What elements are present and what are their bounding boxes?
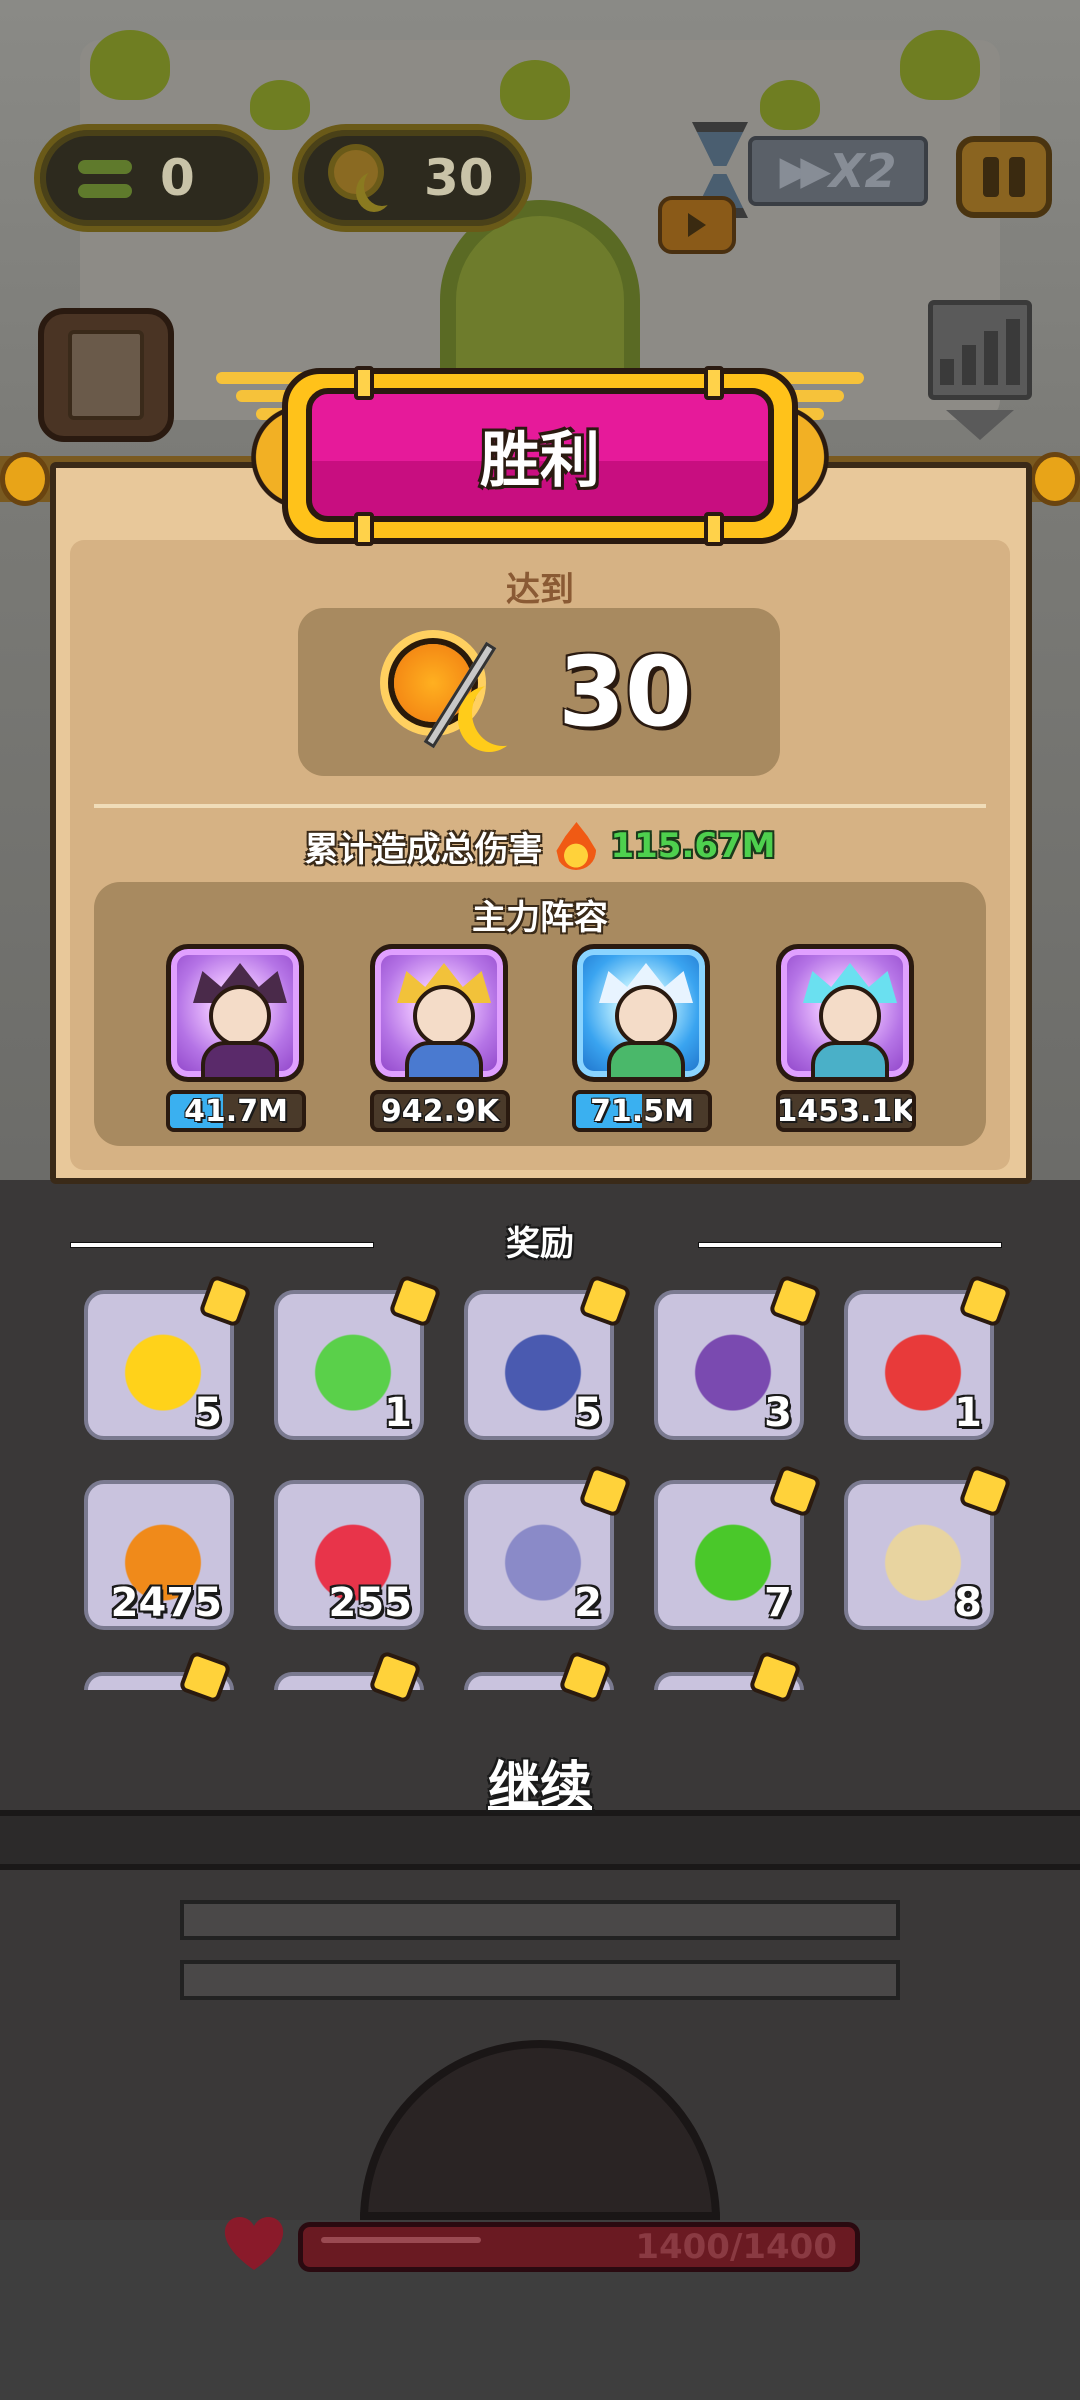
reward-count: 3 (764, 1390, 792, 1436)
swap-arrows-icon (70, 150, 140, 206)
reward-item-partial (654, 1650, 804, 1704)
torch-flame (760, 80, 820, 130)
victory-title: 胜利 (480, 425, 600, 496)
pause-icon (983, 157, 999, 197)
reward-count: 8 (954, 1580, 982, 1626)
reward-item[interactable]: 255 (274, 1480, 424, 1630)
crystal-knight-hero-icon (776, 944, 914, 1082)
day-count: 30 (424, 149, 494, 207)
hero-power-value: 71.5M (590, 1093, 694, 1129)
hero-power-value: 1453.1K (776, 1093, 916, 1129)
total-damage-row: 累计造成总伤害 115.67M (0, 818, 1080, 874)
angel-hero-icon (572, 944, 710, 1082)
stats-chart-button[interactable] (928, 300, 1032, 400)
gate-step (180, 1960, 900, 2000)
reward-item-partial (274, 1650, 424, 1704)
pause-button[interactable] (956, 136, 1052, 218)
reward-item[interactable]: 5 (84, 1274, 252, 1440)
scroll-icon (68, 330, 144, 420)
hero-power-bar: 1453.1K (776, 1090, 916, 1132)
reach-label: 达到 (506, 570, 574, 610)
watch-ad-button[interactable] (658, 196, 736, 254)
speed-multiplier: X2 (829, 144, 897, 198)
hero-power-bar: 942.9K (370, 1090, 510, 1132)
gate-roof (0, 1810, 1080, 1870)
gate-step (180, 1900, 900, 1940)
hero-card[interactable]: 942.9K (370, 944, 510, 1132)
banner-peg (354, 512, 374, 546)
reward-count: 2475 (110, 1580, 222, 1626)
day-counter: 30 (292, 124, 532, 232)
swap-counter[interactable]: 0 (34, 124, 270, 232)
sun-moon-icon (328, 140, 404, 216)
reward-count: 1 (954, 1390, 982, 1436)
banner-peg (354, 366, 374, 400)
total-damage-label: 累计造成总伤害 (304, 829, 543, 870)
golden-priestess-hero-icon (370, 944, 508, 1082)
divider (94, 804, 986, 808)
quest-scroll-button[interactable] (38, 308, 174, 442)
sun-moon-icon (386, 632, 536, 752)
reach-box: 30 (298, 608, 780, 776)
hero-power-bar: 71.5M (572, 1090, 712, 1132)
hero-power-value: 942.9K (380, 1093, 500, 1129)
victory-banner-plate: 胜利 (306, 388, 774, 522)
reward-count: 7 (764, 1580, 792, 1626)
reward-count: 2 (574, 1580, 602, 1626)
video-play-icon (688, 213, 706, 237)
swap-count: 0 (160, 149, 195, 207)
reward-item-partial (464, 1650, 614, 1704)
reward-count: 5 (574, 1390, 602, 1436)
hero-power-value: 41.7M (184, 1093, 288, 1129)
reward-item[interactable]: 1 (274, 1274, 442, 1440)
reward-item[interactable]: 1 (844, 1274, 1012, 1440)
base-hp-bar: 1400/1400 (298, 2222, 860, 2272)
torch-flame (500, 60, 570, 120)
reward-count: 255 (328, 1580, 413, 1626)
reward-item[interactable]: 7 (654, 1464, 822, 1630)
banner-peg (704, 366, 724, 400)
reward-count: 1 (384, 1390, 412, 1436)
fast-forward-icon: ▶▶ (779, 148, 830, 194)
total-damage-value: 115.67M (610, 826, 776, 866)
speed-toggle-button[interactable]: ▶▶ X2 (748, 136, 928, 206)
reward-count: 5 (194, 1390, 222, 1436)
hero-power-bar: 41.7M (166, 1090, 306, 1132)
hero-card[interactable]: 1453.1K (776, 944, 916, 1132)
rod-knob (1030, 452, 1080, 506)
main-lineup-title: 主力阵容 (472, 898, 608, 938)
banner-peg (704, 512, 724, 546)
fire-icon (556, 822, 597, 870)
reward-item[interactable]: 5 (464, 1274, 632, 1440)
torch-flame (90, 30, 170, 100)
rewards-title: 奖励 (506, 1224, 574, 1264)
reward-item[interactable]: 2475 (84, 1480, 234, 1630)
torch-flame (900, 30, 980, 100)
continue-button[interactable]: 继续 (460, 1744, 620, 1817)
reward-item-partial (84, 1650, 234, 1704)
rod-knob (0, 452, 50, 506)
hero-card[interactable]: 41.7M (166, 944, 306, 1132)
base-hp-value: 1400/1400 (635, 2227, 837, 2267)
reward-item[interactable]: 2 (464, 1464, 632, 1630)
hero-card[interactable]: 71.5M (572, 944, 712, 1132)
reward-item[interactable]: 8 (844, 1464, 1012, 1630)
reward-item[interactable]: 3 (654, 1274, 822, 1440)
reach-value: 30 (558, 636, 692, 748)
torch-flame (250, 80, 310, 130)
chevron-down-icon (946, 410, 1014, 440)
dark-witch-hero-icon (166, 944, 304, 1082)
